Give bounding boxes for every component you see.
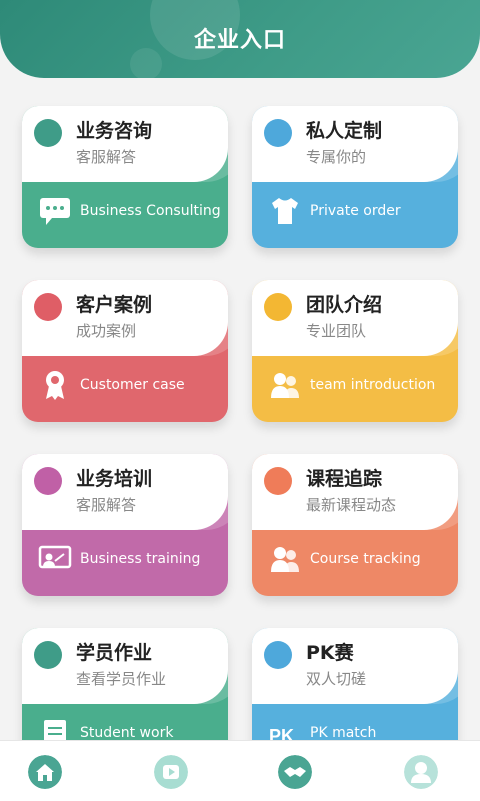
card-label: Business training [80,551,201,567]
card-subtitle: 查看学员作业 [76,670,167,688]
card-subtitle: 专属你的 [306,148,367,166]
card-dot-icon [264,467,292,495]
card-dot-icon [34,641,62,669]
card-label: Course tracking [310,551,421,567]
card-top: 业务咨询 客服解答 [22,106,228,182]
card-dot-icon [34,467,62,495]
training-icon [38,545,72,569]
card-dot-icon [264,119,292,147]
tracking-icon [271,547,299,572]
card-label: team introduction [310,377,436,393]
profile-icon[interactable] [404,755,438,789]
card-course-tracking[interactable]: 课程追踪 最新课程动态 Course tracking [252,454,458,596]
card-title: 学员作业 [76,642,153,664]
card-business-consulting[interactable]: 业务咨询 客服解答 Business Consulting [22,106,228,248]
header: 企业入口 [0,0,480,78]
card-title: 客户案例 [76,294,153,316]
card-label: Business Consulting [80,203,221,219]
card-team-introduction[interactable]: 团队介绍 专业团队 team introduction [252,280,458,422]
card-top: 团队介绍 专业团队 [252,280,458,356]
card-label: Student work [80,725,174,740]
card-subtitle: 双人切磋 [306,670,367,688]
card-title: 团队介绍 [306,294,383,316]
card-dot-icon [34,293,62,321]
card-subtitle: 客服解答 [76,148,137,166]
card-private-order[interactable]: 私人定制 专属你的 Private order [252,106,458,248]
handshake-icon[interactable] [278,755,312,789]
card-title: 业务咨询 [76,120,153,142]
card-top: 课程追踪 最新课程动态 [252,454,458,530]
card-top: 业务培训 客服解答 [22,454,228,530]
award-icon [46,371,64,400]
card-top: 私人定制 专属你的 [252,106,458,182]
card-subtitle: 客服解答 [76,496,137,514]
card-dot-icon [34,119,62,147]
card-title: 业务培训 [76,468,153,490]
card-pk-match[interactable]: PK赛 双人切磋 PK PK match [252,628,458,740]
card-title: 课程追踪 [306,468,383,490]
document-icon [44,720,66,740]
card-student-work[interactable]: 学员作业 查看学员作业 Student work [22,628,228,740]
card-dot-icon [264,641,292,669]
card-title: PK赛 [306,642,354,664]
team-icon [271,373,299,398]
card-label: Private order [310,203,401,219]
card-top: 客户案例 成功案例 [22,280,228,356]
card-top: 学员作业 查看学员作业 [22,628,228,704]
card-customer-case[interactable]: 客户案例 成功案例 Customer case [22,280,228,422]
card-subtitle: 专业团队 [306,322,367,340]
entry-grid: 业务咨询 客服解答 Business Consulting 私人定制 专属你的 … [0,96,480,740]
shirt-icon [272,198,298,224]
card-dot-icon [264,293,292,321]
card-label: PK match [310,725,377,740]
svg-text:PK: PK [269,726,294,740]
bottom-nav [0,740,480,801]
card-subtitle: 成功案例 [76,322,137,340]
card-title: 私人定制 [306,120,383,142]
card-business-training[interactable]: 业务培训 客服解答 Business training [22,454,228,596]
chat-icon [40,198,70,225]
pk-icon: PK [269,726,294,740]
video-icon[interactable] [154,755,188,789]
card-subtitle: 最新课程动态 [306,496,397,514]
home-icon[interactable] [28,755,62,789]
page-title: 企业入口 [193,28,286,53]
card-top: PK赛 双人切磋 [252,628,458,704]
card-label: Customer case [80,377,185,393]
